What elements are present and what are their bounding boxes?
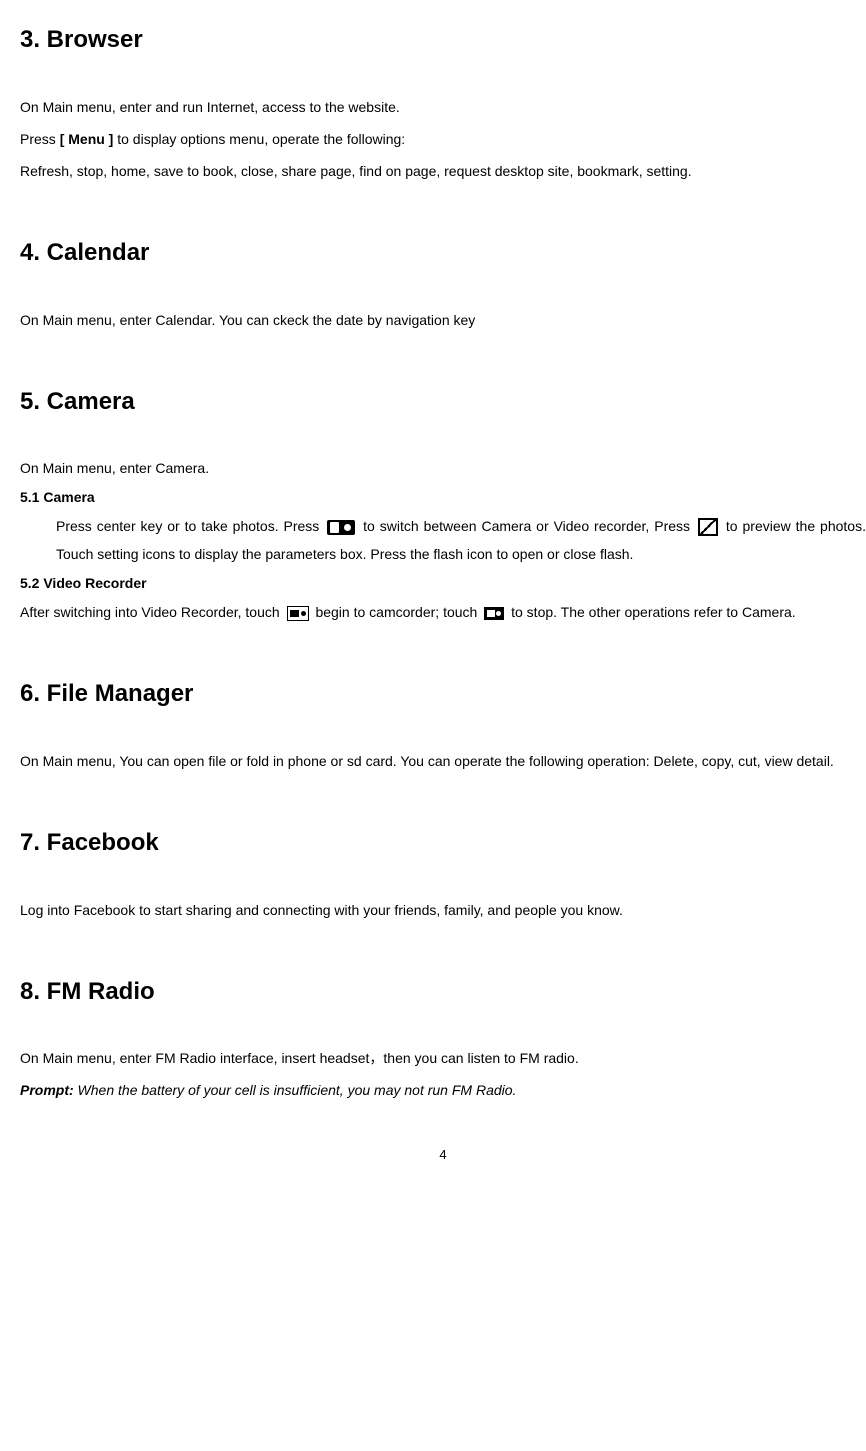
camera-text-1: On Main menu, enter Camera. (20, 454, 866, 482)
heading-camera: 5. Camera (20, 382, 866, 423)
stop-icon (484, 607, 504, 620)
heading-facebook: 7. Facebook (20, 823, 866, 864)
subheading-video-recorder: 5.2 Video Recorder (20, 572, 866, 596)
browser-text-1: On Main menu, enter and run Internet, ac… (20, 93, 866, 121)
fmradio-text-1: On Main menu, enter FM Radio interface, … (20, 1044, 866, 1072)
prompt-text: When the battery of your cell is insuffi… (74, 1082, 517, 1098)
heading-fm-radio: 8. FM Radio (20, 972, 866, 1013)
preview-icon (698, 518, 718, 536)
camera-sub2-text: After switching into Video Recorder, tou… (20, 598, 866, 626)
calendar-text-1: On Main menu, enter Calendar. You can ck… (20, 306, 866, 334)
heading-browser: 3. Browser (20, 20, 866, 61)
facebook-text-1: Log into Facebook to start sharing and c… (20, 896, 866, 924)
page-number: 4 (20, 1144, 866, 1166)
browser-text-2: Press [ Menu ] to display options menu, … (20, 125, 866, 153)
browser-text-3: Refresh, stop, home, save to book, close… (20, 157, 866, 185)
camera-switch-icon (327, 520, 355, 535)
camera-sub1-text: Press center key or to take photos. Pres… (20, 512, 866, 568)
prompt-label: Prompt: (20, 1082, 74, 1098)
subheading-camera: 5.1 Camera (20, 486, 866, 510)
menu-label: [ Menu ] (60, 131, 114, 147)
record-icon (287, 606, 309, 621)
heading-file-manager: 6. File Manager (20, 674, 866, 715)
filemanager-text-1: On Main menu, You can open file or fold … (20, 747, 866, 775)
fmradio-prompt: Prompt: When the battery of your cell is… (20, 1076, 866, 1104)
heading-calendar: 4. Calendar (20, 233, 866, 274)
